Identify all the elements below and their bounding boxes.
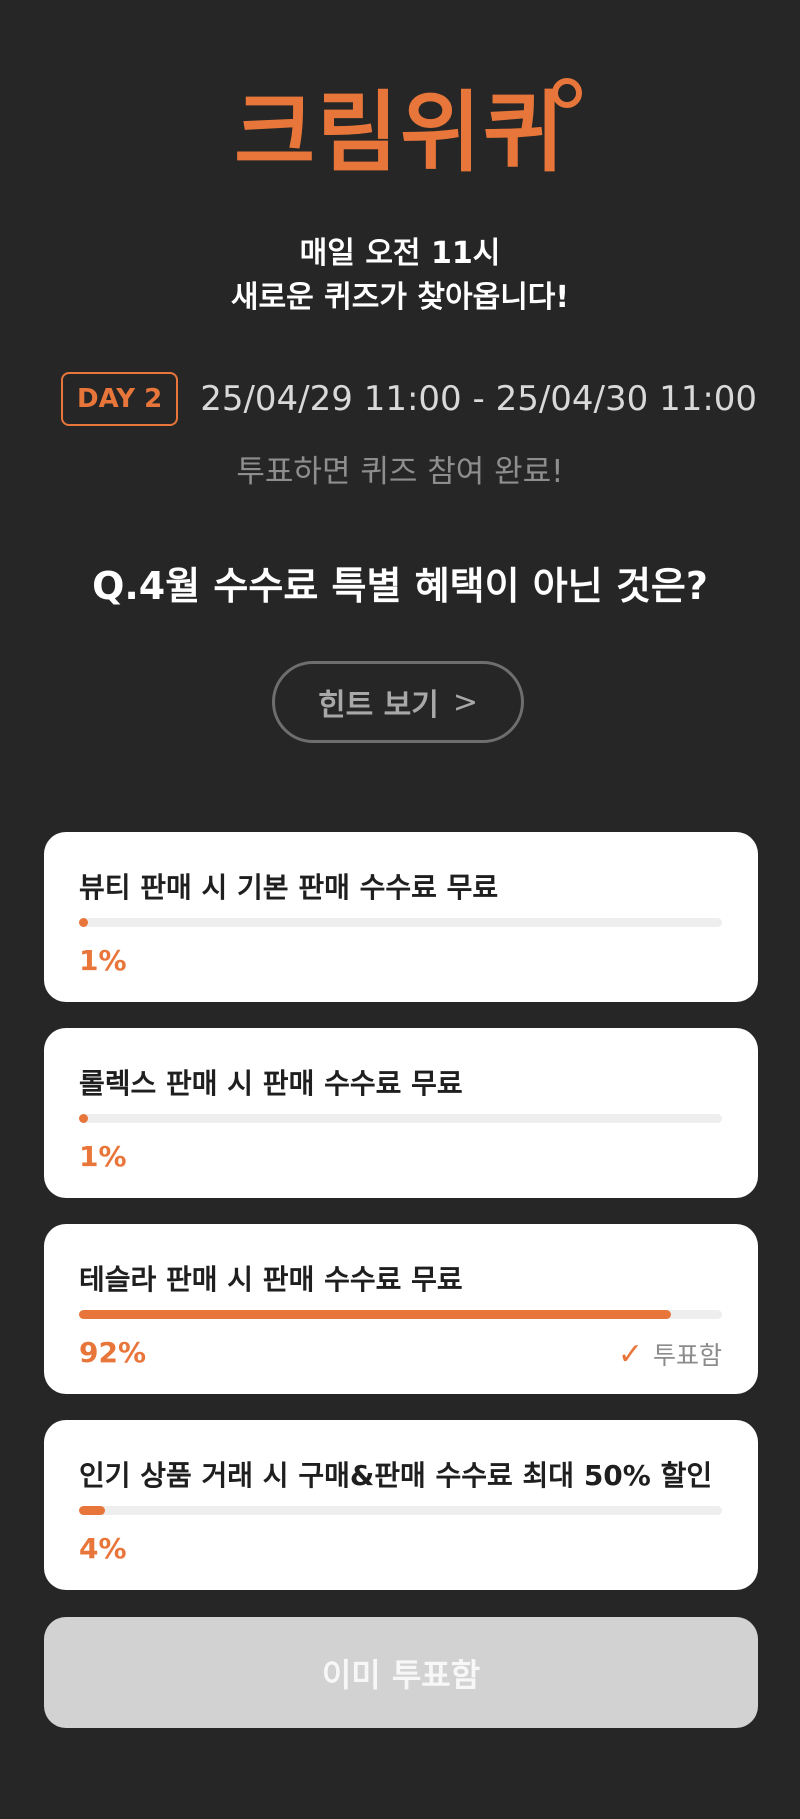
option-label: 인기 상품 거래 시 구매&판매 수수료 최대 50% 할인 <box>79 1459 713 1492</box>
quiz-option-2[interactable]: 롤렉스 판매 시 판매 수수료 무료 1% <box>44 1028 758 1198</box>
hint-button[interactable]: 힌트 보기 > <box>272 661 524 743</box>
day-info-row: DAY 2 25/04/29 11:00 - 25/04/30 11:00 <box>61 372 761 426</box>
option-result-fill <box>79 1310 671 1319</box>
quiz-option-3[interactable]: 테슬라 판매 시 판매 수수료 무료 92% ✓ 투표함 <box>44 1224 758 1394</box>
option-result-track <box>79 918 722 927</box>
already-voted-button[interactable]: 이미 투표함 <box>44 1617 758 1728</box>
quiz-question: Q.4월 수수료 특별 혜택이 아닌 것은? <box>92 564 708 608</box>
logo-text: 크림위퀴 <box>234 81 566 184</box>
option-result-fill <box>79 1114 88 1123</box>
subtitle-line-2: 새로운 퀴즈가 찾아옵니다! <box>230 280 570 315</box>
hint-button-label: 힌트 보기 <box>318 688 439 723</box>
quiz-schedule-subtitle: 매일 오전 11시 새로운 퀴즈가 찾아옵니다! <box>0 232 800 320</box>
logo-ring-icon <box>552 78 582 108</box>
submit-button-label: 이미 투표함 <box>321 1655 481 1694</box>
quiz-date-range: 25/04/29 11:00 - 25/04/30 11:00 <box>200 379 758 419</box>
option-percent: 92% <box>79 1336 147 1369</box>
option-result-track <box>79 1310 722 1319</box>
option-result-track <box>79 1114 722 1123</box>
day-badge: DAY 2 <box>61 372 179 426</box>
subtitle-line-1: 매일 오전 11시 <box>299 236 501 271</box>
quiz-option-4[interactable]: 인기 상품 거래 시 구매&판매 수수료 최대 50% 할인 4% <box>44 1420 758 1590</box>
option-label: 롤렉스 판매 시 판매 수수료 무료 <box>79 1067 463 1100</box>
option-percent: 4% <box>79 1532 127 1565</box>
option-label: 테슬라 판매 시 판매 수수료 무료 <box>79 1263 463 1296</box>
voted-label: 투표함 <box>652 1341 722 1370</box>
option-result-fill <box>79 1506 105 1515</box>
option-result-fill <box>79 918 88 927</box>
check-icon: ✓ <box>617 1336 643 1372</box>
vote-completion-note: 투표하면 퀴즈 참여 완료! <box>236 454 564 490</box>
quiz-option-1[interactable]: 뷰티 판매 시 기본 판매 수수료 무료 1% <box>44 832 758 1002</box>
option-label: 뷰티 판매 시 기본 판매 수수료 무료 <box>79 871 499 904</box>
option-percent: 1% <box>79 1140 127 1173</box>
chevron-right-icon: > <box>452 684 478 720</box>
brand-logo: 크림위퀴 <box>0 78 800 188</box>
option-percent: 1% <box>79 944 127 977</box>
option-result-track <box>79 1506 722 1515</box>
voted-indicator: ✓ 투표함 <box>618 1336 722 1372</box>
